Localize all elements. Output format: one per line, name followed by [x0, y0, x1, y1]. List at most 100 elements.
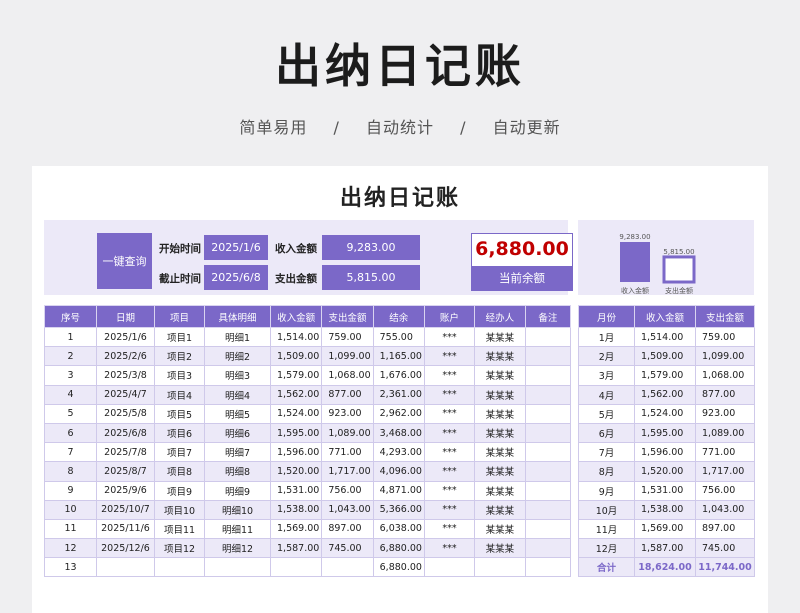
table-cell[interactable]: 7 [44, 442, 97, 463]
table-cell[interactable]: 745.00 [695, 538, 755, 559]
table-cell[interactable]: 项目3 [154, 365, 205, 386]
table-cell[interactable]: 2025/3/8 [96, 365, 155, 386]
table-cell[interactable]: 某某某 [473, 442, 526, 463]
table-cell[interactable]: 1,524.00 [269, 403, 323, 424]
table-cell[interactable]: 877.00 [695, 384, 755, 405]
table-cell[interactable]: 明细5 [204, 403, 271, 424]
table-cell[interactable]: 某某某 [473, 480, 526, 501]
table-cell[interactable]: 6,880.00 [372, 557, 425, 578]
table-cell[interactable] [524, 499, 571, 520]
table-cell[interactable] [524, 346, 571, 367]
table-cell[interactable]: 明细11 [204, 518, 271, 540]
table-cell[interactable]: 6月 [578, 422, 635, 444]
table-cell[interactable]: 2 [44, 346, 97, 367]
table-cell[interactable] [524, 326, 571, 348]
table-cell[interactable]: 11 [44, 518, 97, 540]
table-cell[interactable]: 2025/9/6 [96, 480, 155, 501]
table-cell[interactable] [524, 422, 571, 444]
table-cell[interactable] [204, 557, 271, 578]
table-cell[interactable]: 897.00 [321, 518, 374, 540]
table-cell[interactable]: 1,068.00 [695, 365, 755, 386]
table-cell[interactable]: 4,293.00 [372, 442, 425, 463]
table-cell[interactable]: 1,514.00 [634, 326, 696, 348]
table-cell[interactable] [269, 557, 323, 578]
table-cell[interactable]: 1,717.00 [321, 461, 374, 482]
table-cell[interactable]: *** [423, 346, 475, 367]
table-cell[interactable]: 756.00 [695, 480, 755, 501]
table-cell[interactable]: *** [423, 499, 475, 520]
table-cell[interactable]: 12 [44, 538, 97, 559]
table-cell[interactable]: 某某某 [473, 403, 526, 424]
table-cell[interactable] [524, 461, 571, 482]
table-cell[interactable]: 5 [44, 403, 97, 424]
table-cell[interactable]: 1,596.00 [269, 442, 323, 463]
table-cell[interactable]: 7月 [578, 442, 635, 463]
table-cell[interactable]: 1,587.00 [634, 538, 696, 559]
table-cell[interactable]: *** [423, 384, 475, 405]
table-cell[interactable]: 5月 [578, 403, 635, 424]
table-cell[interactable]: 5,366.00 [372, 499, 425, 520]
table-cell[interactable]: 3月 [578, 365, 635, 386]
table-cell[interactable]: 877.00 [321, 384, 374, 405]
table-cell[interactable]: 1,595.00 [269, 422, 323, 444]
table-cell[interactable]: 明细6 [204, 422, 271, 444]
table-cell[interactable]: *** [423, 365, 475, 386]
table-cell[interactable]: 1,520.00 [269, 461, 323, 482]
table-cell[interactable]: 明细3 [204, 365, 271, 386]
end-time-value[interactable]: 2025/6/8 [204, 265, 268, 290]
table-cell[interactable]: 6,038.00 [372, 518, 425, 540]
table-cell[interactable]: 项目6 [154, 422, 205, 444]
column-header[interactable]: 月份 [578, 305, 635, 328]
table-cell[interactable]: 1,531.00 [634, 480, 696, 501]
table-cell[interactable]: 某某某 [473, 384, 526, 405]
table-cell[interactable] [96, 557, 155, 578]
column-header[interactable]: 收入金额 [269, 305, 323, 328]
table-cell[interactable]: 771.00 [695, 442, 755, 463]
table-cell[interactable]: *** [423, 403, 475, 424]
table-cell[interactable]: 明细10 [204, 499, 271, 520]
table-cell[interactable]: 745.00 [321, 538, 374, 559]
table-cell[interactable]: 1,043.00 [695, 499, 755, 520]
column-header[interactable]: 经办人 [473, 305, 526, 328]
table-cell[interactable]: 12月 [578, 538, 635, 559]
table-cell[interactable]: 项目9 [154, 480, 205, 501]
table-cell[interactable] [524, 384, 571, 405]
table-cell[interactable]: 项目2 [154, 346, 205, 367]
table-cell[interactable]: 10月 [578, 499, 635, 520]
table-cell[interactable]: 1,717.00 [695, 461, 755, 482]
table-cell[interactable]: 8月 [578, 461, 635, 482]
table-cell[interactable]: 1,569.00 [634, 518, 696, 540]
table-cell[interactable]: 1,562.00 [269, 384, 323, 405]
table-cell[interactable]: 756.00 [321, 480, 374, 501]
table-cell[interactable]: 1,099.00 [321, 346, 374, 367]
table-cell[interactable]: 某某某 [473, 346, 526, 367]
table-cell[interactable]: 6,880.00 [372, 538, 425, 559]
table-cell[interactable]: 明细4 [204, 384, 271, 405]
table-cell[interactable]: *** [423, 461, 475, 482]
column-header[interactable]: 结余 [372, 305, 425, 328]
table-cell[interactable] [524, 480, 571, 501]
table-cell[interactable]: 759.00 [695, 326, 755, 348]
table-cell[interactable]: 项目7 [154, 442, 205, 463]
table-cell[interactable]: 1,165.00 [372, 346, 425, 367]
table-cell[interactable]: 2,962.00 [372, 403, 425, 424]
table-cell[interactable]: 1,514.00 [269, 326, 323, 348]
table-cell[interactable]: 771.00 [321, 442, 374, 463]
table-cell[interactable]: 项目5 [154, 403, 205, 424]
table-cell[interactable]: 1,676.00 [372, 365, 425, 386]
table-cell[interactable]: 某某某 [473, 518, 526, 540]
table-cell[interactable]: 1,099.00 [695, 346, 755, 367]
table-cell[interactable]: 13 [44, 557, 97, 578]
table-cell[interactable]: 1,562.00 [634, 384, 696, 405]
table-cell[interactable]: *** [423, 518, 475, 540]
column-header[interactable]: 备注 [524, 305, 571, 328]
table-cell[interactable]: 759.00 [321, 326, 374, 348]
table-cell[interactable]: 1,520.00 [634, 461, 696, 482]
table-cell[interactable]: 2025/8/7 [96, 461, 155, 482]
table-cell[interactable]: *** [423, 326, 475, 348]
table-cell[interactable]: 923.00 [321, 403, 374, 424]
table-cell[interactable]: 1,595.00 [634, 422, 696, 444]
table-cell[interactable]: 4月 [578, 384, 635, 405]
table-cell[interactable]: 1,089.00 [695, 422, 755, 444]
table-cell[interactable]: 1,509.00 [269, 346, 323, 367]
